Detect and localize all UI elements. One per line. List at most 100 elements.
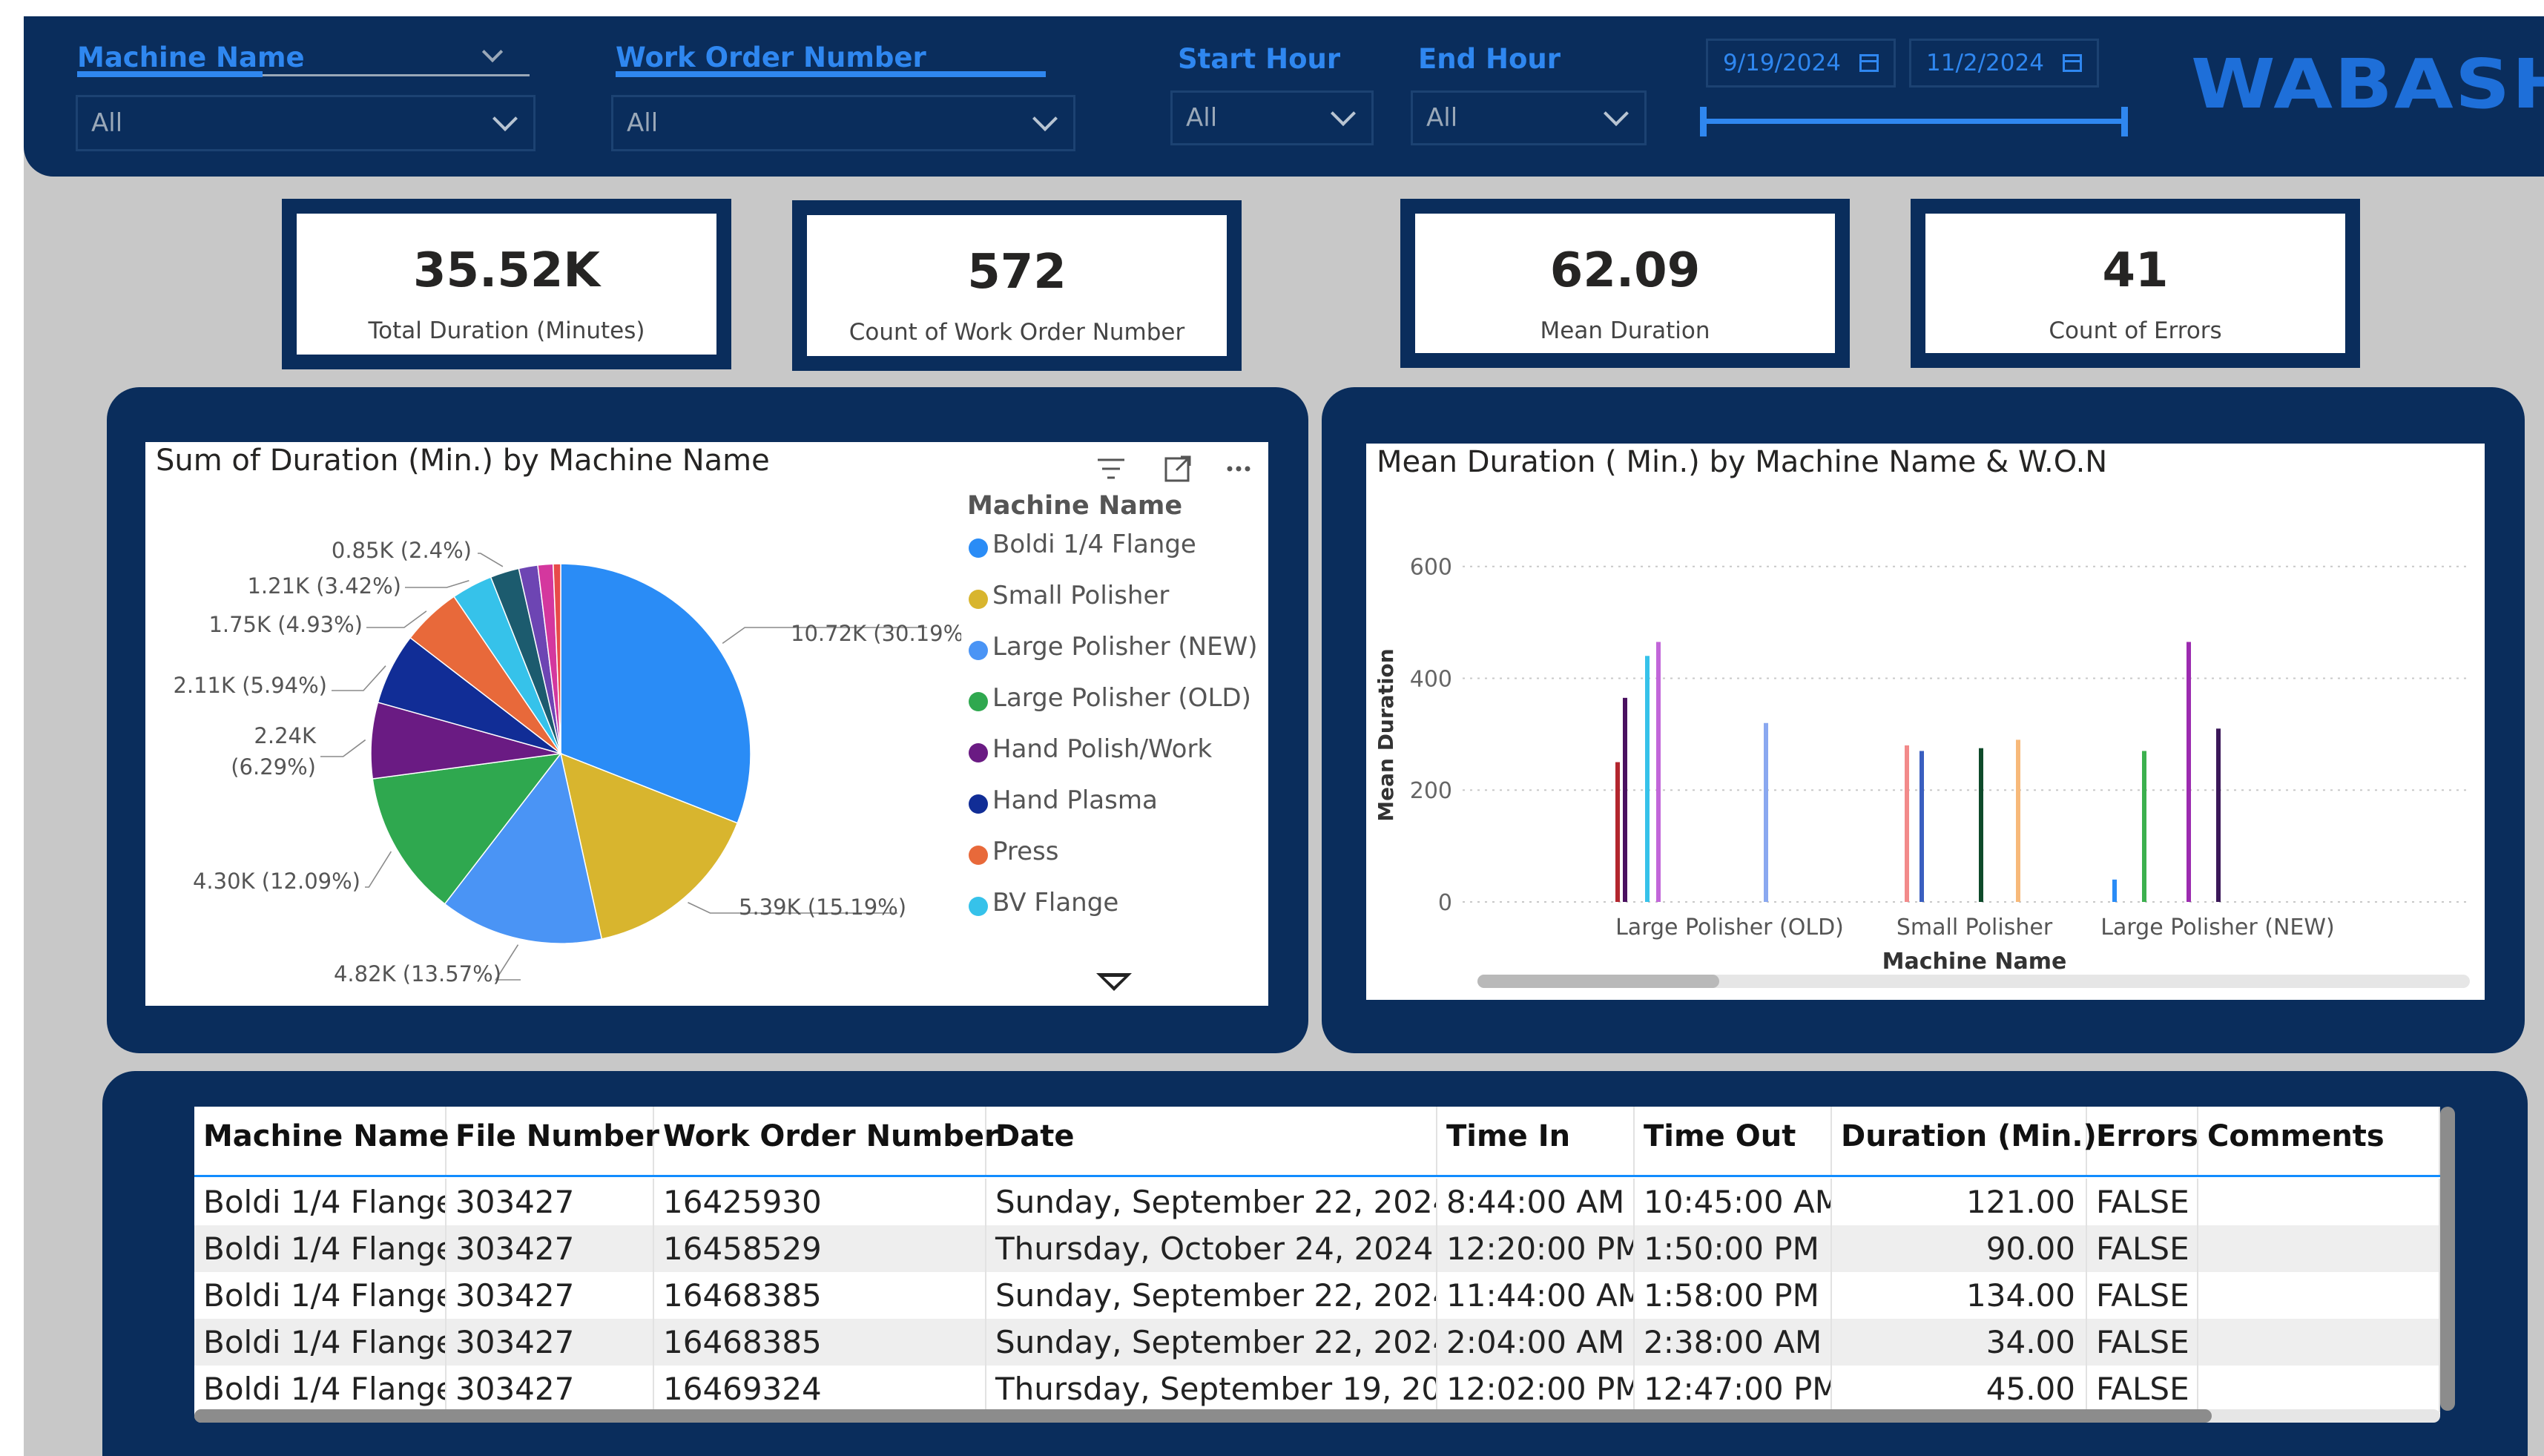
kpi-label: Count of Work Order Number <box>848 319 1185 346</box>
date-range-slider-track[interactable] <box>1701 119 2124 124</box>
table-cell: 1:50:00 PM <box>1635 1225 1832 1272</box>
legend-label: Hand Polish/Work <box>992 734 1213 764</box>
pie-data-label: 4.82K (13.57%) <box>334 961 501 986</box>
date-range-start-handle[interactable] <box>1700 107 1707 136</box>
legend-marker <box>969 897 988 916</box>
table-cell: 11:44:00 AM <box>1437 1272 1635 1319</box>
chevron-down-icon[interactable] <box>481 41 504 63</box>
chevron-down-icon <box>1032 106 1058 131</box>
machine-name-dropdown[interactable]: All <box>76 95 536 151</box>
table-row[interactable]: Boldi 1/4 Flange 303427 16425930 Sunday, Se… <box>194 1179 2440 1225</box>
kpi-count-work-orders: 572 Count of Work Order Number <box>792 200 1242 371</box>
column-header[interactable]: Date <box>986 1107 1437 1175</box>
bar[interactable] <box>2112 879 2117 902</box>
bar[interactable] <box>1764 722 1768 902</box>
column-header[interactable]: Machine Name <box>194 1107 449 1175</box>
table-row[interactable]: Boldi 1/4 Flange 303427 16468385 Sunday, Se… <box>194 1319 2440 1366</box>
bar[interactable] <box>1645 656 1650 902</box>
pie-data-label: 5.39K (15.19%) <box>739 895 906 920</box>
table-row[interactable]: Boldi 1/4 Flange 303427 16468385 Sunday, Se… <box>194 1272 2440 1319</box>
filter-bar: Machine Name All Work Order Number All S… <box>24 16 2544 177</box>
end-hour-dropdown[interactable]: All <box>1411 90 1647 145</box>
legend-label: Large Polisher (OLD) <box>992 683 1251 713</box>
column-header[interactable]: Time In <box>1437 1107 1635 1175</box>
pie-data-label: 10.72K (30.19%) <box>791 621 961 646</box>
details-table: Machine Name File Number Work Order Number… <box>194 1107 2440 1417</box>
kpi-value: 572 <box>967 245 1067 300</box>
bar[interactable] <box>1979 748 1983 902</box>
legend-marker <box>969 538 988 558</box>
column-header[interactable]: Errors <box>2087 1107 2198 1175</box>
bar[interactable] <box>2216 728 2221 902</box>
pie-toolbar <box>1098 455 1250 482</box>
table-cell: FALSE <box>2087 1366 2198 1412</box>
table-cell: 303427 <box>446 1179 654 1225</box>
focus-mode-icon[interactable] <box>1164 455 1191 482</box>
start-date-input[interactable]: 9/19/2024 <box>1706 39 1896 88</box>
bar[interactable] <box>1656 642 1661 902</box>
table-cell <box>2198 1225 2440 1272</box>
start-hour-dropdown-value: All <box>1186 103 1218 133</box>
pie-data-label: 1.75K (4.93%) <box>208 612 363 637</box>
more-options-icon[interactable] <box>1227 466 1250 472</box>
table-cell: Sunday, September 22, 2024 <box>986 1272 1437 1319</box>
kpi-label: Total Duration (Minutes) <box>368 317 645 344</box>
work-order-filter-underline <box>616 71 1046 77</box>
work-order-filter-label: Work Order Number <box>616 42 926 73</box>
pie-data-label: 0.85K (2.4%) <box>332 538 472 563</box>
start-hour-filter-label: Start Hour <box>1178 43 1341 75</box>
calendar-icon[interactable] <box>2063 54 2082 72</box>
pie-legend-title: Machine Name <box>967 491 1183 521</box>
table-cell: 303427 <box>446 1319 654 1366</box>
table-cell <box>2198 1366 2440 1412</box>
bar-chart-scrollbar-thumb[interactable] <box>1477 975 1719 988</box>
calendar-icon[interactable] <box>1859 54 1879 72</box>
table-cell: 16469324 <box>654 1366 986 1412</box>
table-scrollbar-thumb[interactable] <box>194 1409 2212 1423</box>
table-row[interactable]: Boldi 1/4 Flange 303427 16458529 Thursday, … <box>194 1225 2440 1272</box>
bar[interactable] <box>1615 762 1620 902</box>
bar[interactable] <box>1919 751 1924 902</box>
table-cell: 121.00 <box>1832 1179 2087 1225</box>
filter-icon[interactable] <box>1098 458 1124 479</box>
bar[interactable] <box>2142 751 2146 902</box>
legend-label: Boldi 1/4 Flange <box>992 530 1196 559</box>
table-vertical-scrollbar[interactable] <box>2440 1107 2455 1411</box>
table-cell: 12:02:00 PM <box>1437 1366 1635 1412</box>
legend-more-icon[interactable] <box>1092 967 1136 997</box>
column-header[interactable]: Comments <box>2198 1107 2440 1175</box>
table-cell: FALSE <box>2087 1225 2198 1272</box>
bar[interactable] <box>2187 642 2191 902</box>
table-row[interactable]: Boldi 1/4 Flange 303427 16469324 Thursday, … <box>194 1366 2440 1412</box>
bar[interactable] <box>2016 739 2020 902</box>
pie-data-label: 2.11K (5.94%) <box>173 673 327 698</box>
bar[interactable] <box>1905 745 1909 902</box>
table-cell: Sunday, September 22, 2024 <box>986 1319 1437 1366</box>
start-hour-dropdown[interactable]: All <box>1170 90 1374 145</box>
chevron-down-icon <box>1331 101 1356 126</box>
table-cell: Thursday, October 24, 2024 <box>986 1225 1437 1272</box>
work-order-dropdown[interactable]: All <box>611 95 1075 151</box>
table-cell: 16468385 <box>654 1319 986 1366</box>
table-cell: 16458529 <box>654 1225 986 1272</box>
x-category-label: Small Polisher <box>1897 915 2053 941</box>
column-header[interactable]: Work Order Number <box>654 1107 999 1175</box>
table-cell: Boldi 1/4 Flange <box>194 1179 446 1225</box>
wabash-logo: WABASH <box>2191 45 2544 124</box>
end-date-input[interactable]: 11/2/2024 <box>1909 39 2099 88</box>
legend-label: BV Flange <box>992 888 1119 918</box>
start-date-value: 9/19/2024 <box>1723 50 1841 76</box>
table-cell: Boldi 1/4 Flange <box>194 1272 446 1319</box>
column-header[interactable]: Time Out <box>1635 1107 1832 1175</box>
end-hour-dropdown-value: All <box>1426 103 1458 133</box>
bar[interactable] <box>1623 697 1627 902</box>
kpi-value: 62.09 <box>1549 243 1701 298</box>
table-cell: Thursday, September 19, 2024 <box>986 1366 1437 1412</box>
pie-leader-line <box>478 553 504 567</box>
table-cell: 2:38:00 AM <box>1635 1319 1832 1366</box>
date-range-end-handle[interactable] <box>2121 107 2128 136</box>
kpi-value: 35.52K <box>412 243 601 298</box>
legend-marker <box>969 846 988 865</box>
column-header[interactable]: File Number <box>446 1107 659 1175</box>
column-header[interactable]: Duration (Min.) <box>1832 1107 2097 1175</box>
